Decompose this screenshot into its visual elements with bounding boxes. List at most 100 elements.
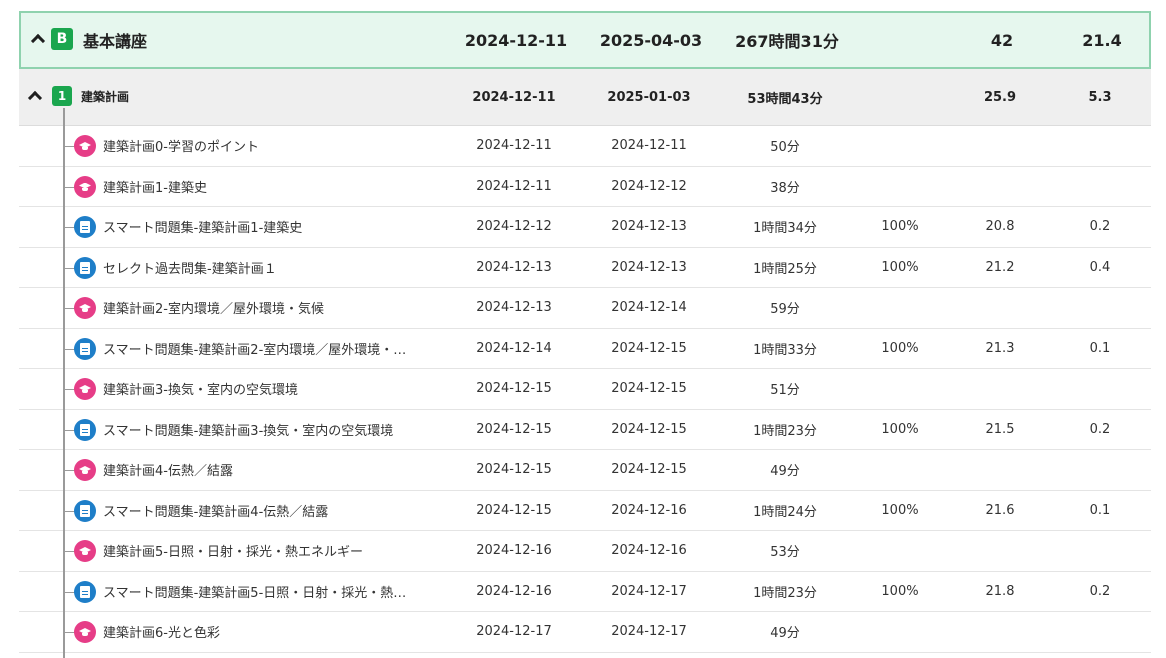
lesson-end-date: 2024-12-13 — [611, 219, 687, 235]
lesson-start-date: 2024-12-13 — [476, 300, 552, 316]
lesson-name[interactable]: スマート問題集-建築計画1-建築史 — [103, 207, 302, 247]
lesson-row[interactable]: 建築計画4-伝熱／結露 2024-12-15 2024-12-15 49分 — [19, 450, 1151, 491]
course-row[interactable]: B 基本講座 2024-12-11 2025-04-03 267時間31分 42… — [19, 11, 1151, 69]
lesson-name[interactable]: 建築計画6-光と色彩 — [103, 612, 220, 652]
document-icon — [74, 337, 96, 360]
lesson-extra: 0.2 — [1089, 219, 1111, 235]
lesson-end-date: 2024-12-15 — [611, 340, 687, 356]
lesson-study-time: 49分 — [770, 464, 800, 480]
lesson-rate: 100% — [881, 340, 919, 356]
lesson-extra — [1045, 369, 1155, 409]
lesson-start-date: 2024-12-15 — [476, 462, 552, 478]
lesson-row[interactable]: 建築計画5-日照・日射・採光・熱エネルギー 2024-12-16 2024-12… — [19, 531, 1151, 572]
lesson-study-time: 1時間34分 — [753, 221, 817, 237]
lesson-name[interactable]: 建築計画2-室内環境／屋外環境・気候 — [103, 288, 324, 328]
lesson-start-date: 2024-12-15 — [476, 421, 552, 437]
course-title: 基本講座 — [83, 32, 148, 51]
lesson-name[interactable]: 建築計画4-伝熱／結露 — [103, 450, 233, 490]
lesson-end-date: 2024-12-15 — [611, 421, 687, 437]
lesson-start-date: 2024-12-15 — [476, 381, 552, 397]
graduation-cap-icon — [74, 621, 96, 643]
section-end-date: 2025-01-03 — [607, 89, 691, 105]
lesson-rate — [845, 531, 955, 571]
lesson-score: 20.8 — [985, 219, 1015, 235]
lesson-start-date: 2024-12-17 — [476, 624, 552, 640]
lesson-extra: 0.1 — [1089, 502, 1111, 518]
lesson-rate: 100% — [881, 259, 919, 275]
graduation-cap-icon — [74, 135, 96, 157]
lesson-start-date: 2024-12-13 — [476, 259, 552, 275]
lesson-end-date: 2024-12-12 — [611, 178, 687, 194]
section-title: 建築計画 — [81, 90, 130, 104]
lesson-study-time: 50分 — [770, 140, 800, 156]
course-extra: 21.4 — [1082, 30, 1122, 50]
lesson-row[interactable]: 建築計画1-建築史 2024-12-11 2024-12-12 38分 — [19, 166, 1151, 207]
lesson-row[interactable]: 建築計画2-室内環境／屋外環境・気候 2024-12-13 2024-12-14… — [19, 288, 1151, 329]
lesson-name[interactable]: スマート問題集-建築計画2-室内環境／屋外環境・… — [103, 329, 406, 369]
lesson-extra — [1045, 531, 1155, 571]
lesson-rate: 100% — [881, 219, 919, 235]
lesson-extra: 0.2 — [1089, 421, 1111, 437]
lesson-name[interactable]: 建築計画1-建築史 — [103, 167, 207, 207]
lesson-row[interactable]: 建築計画6-光と色彩 2024-12-17 2024-12-17 49分 — [19, 612, 1151, 653]
lesson-end-date: 2024-12-16 — [611, 543, 687, 559]
graduation-cap-icon — [74, 175, 96, 198]
section-score: 25.9 — [983, 89, 1017, 105]
lesson-name[interactable]: 建築計画0-学習のポイント — [103, 126, 259, 166]
section-row[interactable]: 1 建築計画 2024-12-11 2025-01-03 53時間43分 25.… — [19, 69, 1151, 126]
lesson-name[interactable]: 建築計画3-換気・室内の空気環境 — [103, 369, 298, 409]
chevron-up-icon[interactable] — [27, 90, 43, 106]
chevron-up-icon[interactable] — [30, 33, 46, 49]
lesson-score — [945, 531, 1055, 571]
lesson-score — [945, 167, 1055, 207]
lesson-rate — [845, 612, 955, 652]
graduation-cap-icon — [74, 297, 96, 319]
lesson-row[interactable]: スマート問題集-建築計画1-建築史 2024-12-12 2024-12-13 … — [19, 207, 1151, 248]
lesson-extra: 0.1 — [1089, 340, 1111, 356]
lesson-name[interactable]: スマート問題集-建築計画4-伝熱／結露 — [103, 491, 328, 531]
lesson-start-date: 2024-12-12 — [476, 219, 552, 235]
lesson-name[interactable]: セレクト過去問集-建築計画１ — [103, 248, 277, 288]
lesson-row[interactable]: スマート問題集-建築計画5-日照・日射・採光・熱… 2024-12-16 202… — [19, 571, 1151, 612]
lesson-study-time: 38分 — [770, 180, 800, 196]
lesson-extra — [1045, 450, 1155, 490]
lesson-start-date: 2024-12-11 — [476, 178, 552, 194]
lesson-end-date: 2024-12-17 — [611, 624, 687, 640]
lesson-extra — [1045, 288, 1155, 328]
lesson-score: 21.6 — [985, 502, 1015, 518]
lesson-start-date: 2024-12-15 — [476, 502, 552, 518]
lesson-extra — [1045, 167, 1155, 207]
lesson-row[interactable]: セレクト過去問集-建築計画１ 2024-12-13 2024-12-13 1時間… — [19, 247, 1151, 288]
lesson-name[interactable]: 建築計画5-日照・日射・採光・熱エネルギー — [103, 531, 363, 571]
lesson-extra — [1045, 612, 1155, 652]
lesson-study-time: 1時間33分 — [753, 342, 817, 358]
lesson-list: 建築計画0-学習のポイント 2024-12-11 2024-12-11 50分 … — [19, 126, 1151, 653]
lesson-end-date: 2024-12-11 — [611, 138, 687, 154]
lesson-row[interactable]: スマート問題集-建築計画2-室内環境／屋外環境・… 2024-12-14 202… — [19, 328, 1151, 369]
lesson-start-date: 2024-12-11 — [476, 138, 552, 154]
lesson-rate — [845, 126, 955, 166]
section-study-time: 53時間43分 — [747, 91, 823, 107]
lesson-name[interactable]: スマート問題集-建築計画5-日照・日射・採光・熱… — [103, 572, 406, 612]
lesson-row[interactable]: 建築計画3-換気・室内の空気環境 2024-12-15 2024-12-15 5… — [19, 369, 1151, 410]
lesson-study-time: 1時間23分 — [753, 423, 817, 439]
lesson-row[interactable]: スマート問題集-建築計画3-換気・室内の空気環境 2024-12-15 2024… — [19, 409, 1151, 450]
lesson-extra: 0.2 — [1089, 583, 1111, 599]
lesson-study-time: 1時間24分 — [753, 504, 817, 520]
lesson-study-time: 1時間25分 — [753, 261, 817, 277]
lesson-row[interactable]: 建築計画0-学習のポイント 2024-12-11 2024-12-11 50分 — [19, 126, 1151, 167]
lesson-rate — [845, 369, 955, 409]
lesson-score: 21.2 — [985, 259, 1015, 275]
lesson-name[interactable]: スマート問題集-建築計画3-換気・室内の空気環境 — [103, 410, 393, 450]
lesson-score — [945, 126, 1055, 166]
lesson-score — [945, 288, 1055, 328]
lesson-start-date: 2024-12-16 — [476, 543, 552, 559]
lesson-rate — [845, 288, 955, 328]
lesson-study-time: 1時間23分 — [753, 585, 817, 601]
course-badge: B — [51, 28, 73, 50]
lesson-score — [945, 369, 1055, 409]
graduation-cap-icon — [74, 459, 96, 481]
lesson-end-date: 2024-12-15 — [611, 381, 687, 397]
lesson-study-time: 51分 — [770, 383, 800, 399]
lesson-row[interactable]: スマート問題集-建築計画4-伝熱／結露 2024-12-15 2024-12-1… — [19, 490, 1151, 531]
